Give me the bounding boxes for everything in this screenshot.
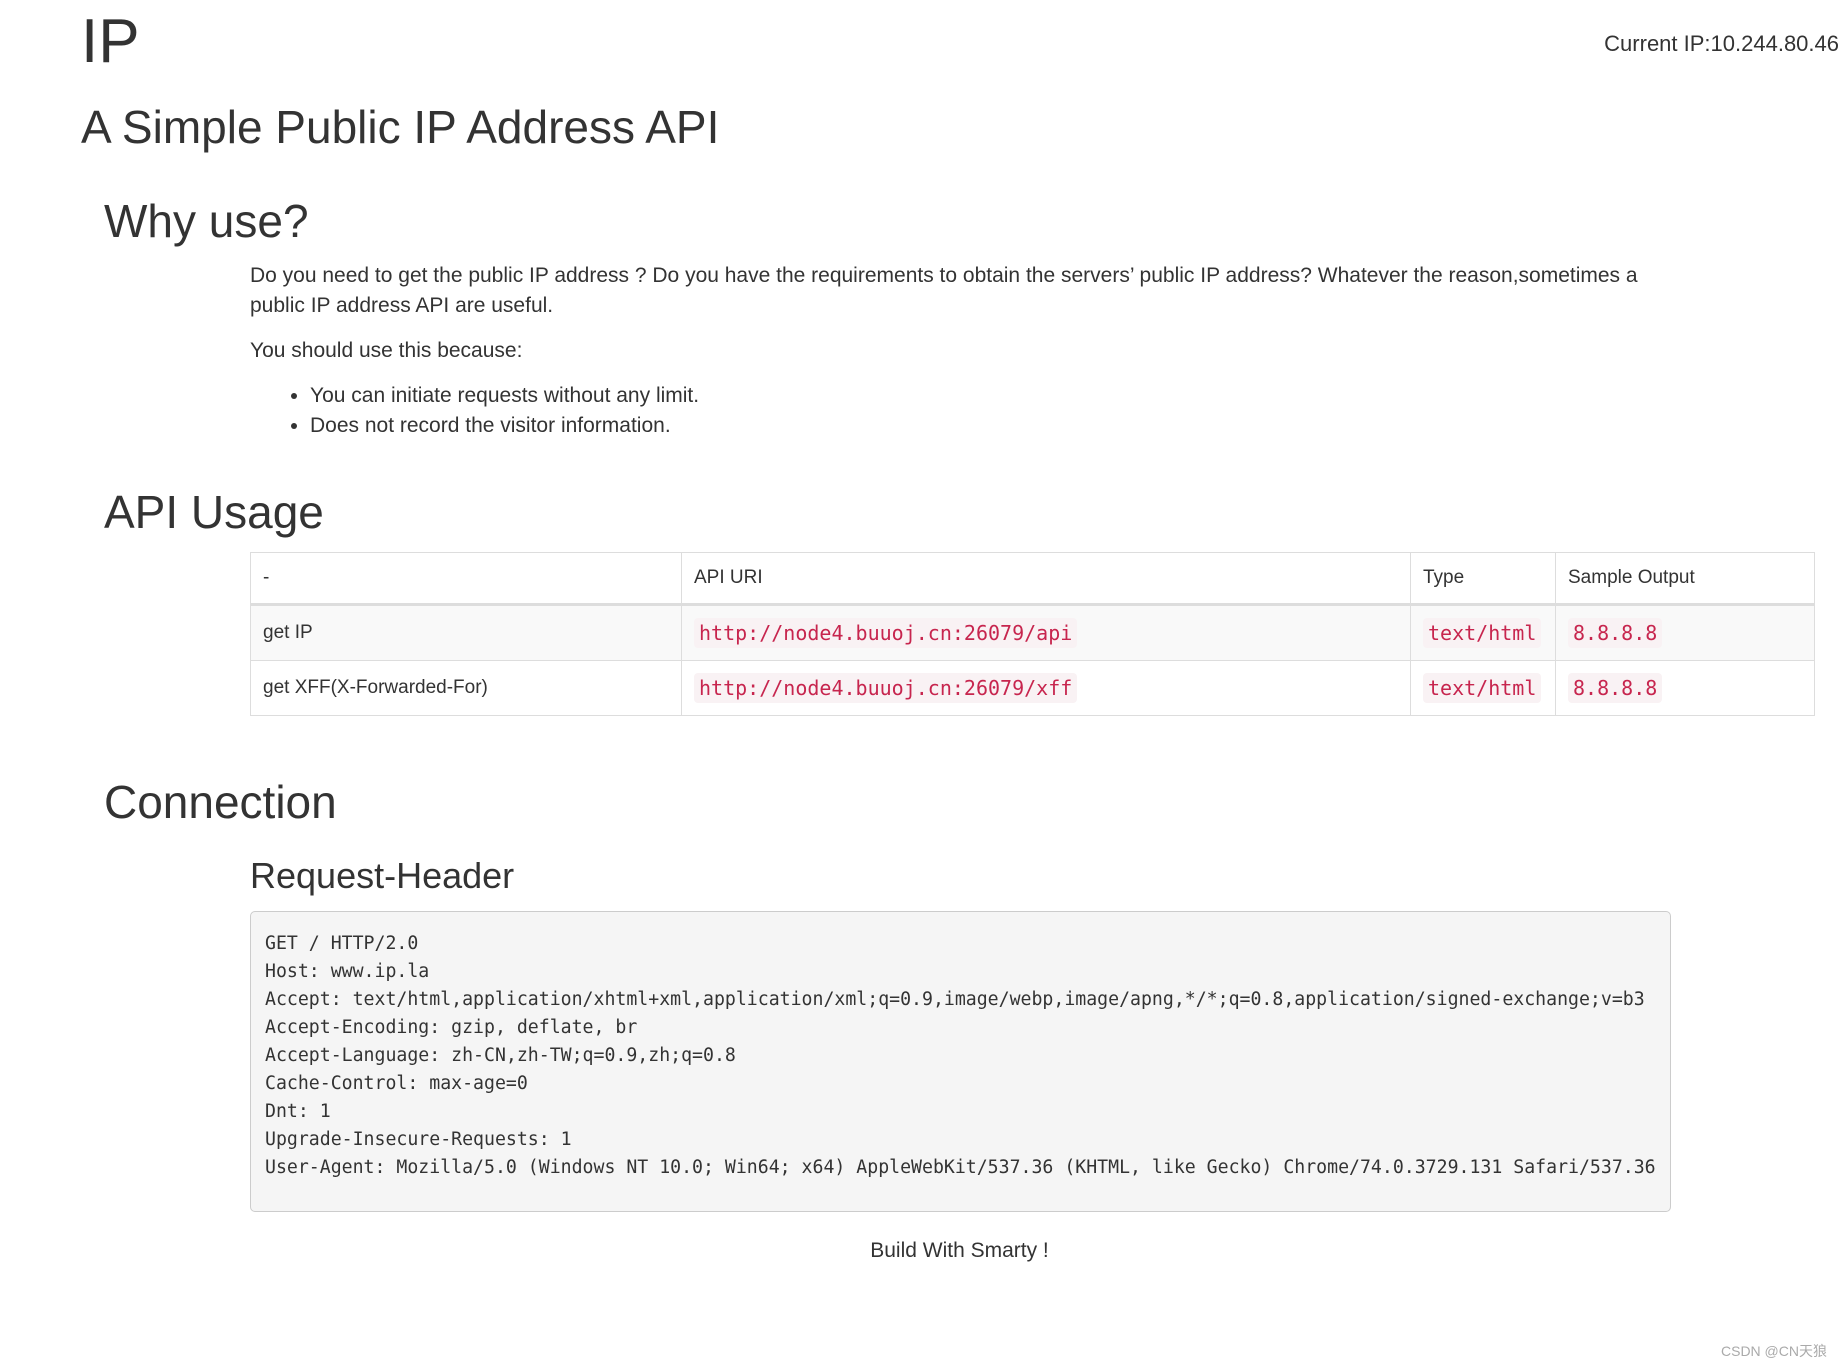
table-row: get IP http://node4.buuoj.cn:26079/api t… [250, 604, 1815, 661]
sample-output-code: 8.8.8.8 [1568, 617, 1663, 648]
current-ip-label: Current IP:10.244.80.46 [1604, 31, 1839, 56]
why-use-section: Do you need to get the public IP address… [250, 261, 1670, 441]
column-header-name: - [250, 552, 682, 606]
column-header-uri: API URI [681, 552, 1411, 606]
request-header-heading: Request-Header [250, 855, 515, 896]
cell-name: get XFF(X-Forwarded-For) [250, 660, 682, 716]
request-line: GET / HTTP/2.0 [265, 933, 419, 954]
request-line: Accept: text/html,application/xhtml+xml,… [265, 989, 1645, 1010]
cell-type: text/html [1410, 660, 1556, 716]
request-header-block[interactable]: GET / HTTP/2.0 Host: www.ip.la Accept: t… [250, 911, 1671, 1212]
cell-type: text/html [1410, 604, 1556, 661]
reason-item: Does not record the visitor information. [310, 411, 1670, 441]
watermark: CSDN @CN天狼 [1721, 1343, 1827, 1359]
request-line: Cache-Control: max-age=0 [265, 1073, 528, 1094]
api-uri-code[interactable]: http://node4.buuoj.cn:26079/xff [694, 672, 1078, 703]
request-line: Upgrade-Insecure-Requests: 1 [265, 1129, 572, 1150]
request-line: Dnt: 1 [265, 1101, 331, 1122]
reason-item: You can initiate requests without any li… [310, 381, 1670, 411]
api-uri-code[interactable]: http://node4.buuoj.cn:26079/api [694, 617, 1078, 648]
request-line: Host: www.ip.la [265, 961, 430, 982]
cell-name: get IP [250, 604, 682, 661]
column-header-type: Type [1410, 552, 1556, 606]
table-row: get XFF(X-Forwarded-For) http://node4.bu… [250, 660, 1815, 716]
why-use-heading: Why use? [104, 195, 309, 247]
site-title: IP [81, 7, 140, 76]
cell-uri: http://node4.buuoj.cn:26079/api [681, 604, 1411, 661]
type-code: text/html [1423, 617, 1542, 648]
api-usage-table: - API URI Type Sample Output get IP http… [250, 552, 1815, 716]
reason-intro: You should use this because: [250, 339, 523, 362]
table-header-row: - API URI Type Sample Output [250, 552, 1815, 606]
request-line: User-Agent: Mozilla/5.0 (Windows NT 10.0… [265, 1157, 1656, 1178]
page-subtitle: A Simple Public IP Address API [81, 101, 720, 153]
sample-output-code: 8.8.8.8 [1568, 672, 1663, 703]
reason-list: You can initiate requests without any li… [250, 381, 1670, 441]
api-usage-heading: API Usage [104, 486, 324, 538]
request-line: Accept-Encoding: gzip, deflate, br [265, 1017, 638, 1038]
cell-sample: 8.8.8.8 [1555, 604, 1815, 661]
why-use-paragraph: Do you need to get the public IP address… [250, 264, 1638, 317]
request-line: Accept-Language: zh-CN,zh-TW;q=0.9,zh;q=… [265, 1045, 736, 1066]
column-header-sample: Sample Output [1555, 552, 1815, 606]
type-code: text/html [1423, 672, 1542, 703]
cell-uri: http://node4.buuoj.cn:26079/xff [681, 660, 1411, 716]
footer-text: Build With Smarty ! [870, 1239, 1049, 1262]
connection-heading: Connection [104, 776, 337, 828]
cell-sample: 8.8.8.8 [1555, 660, 1815, 716]
